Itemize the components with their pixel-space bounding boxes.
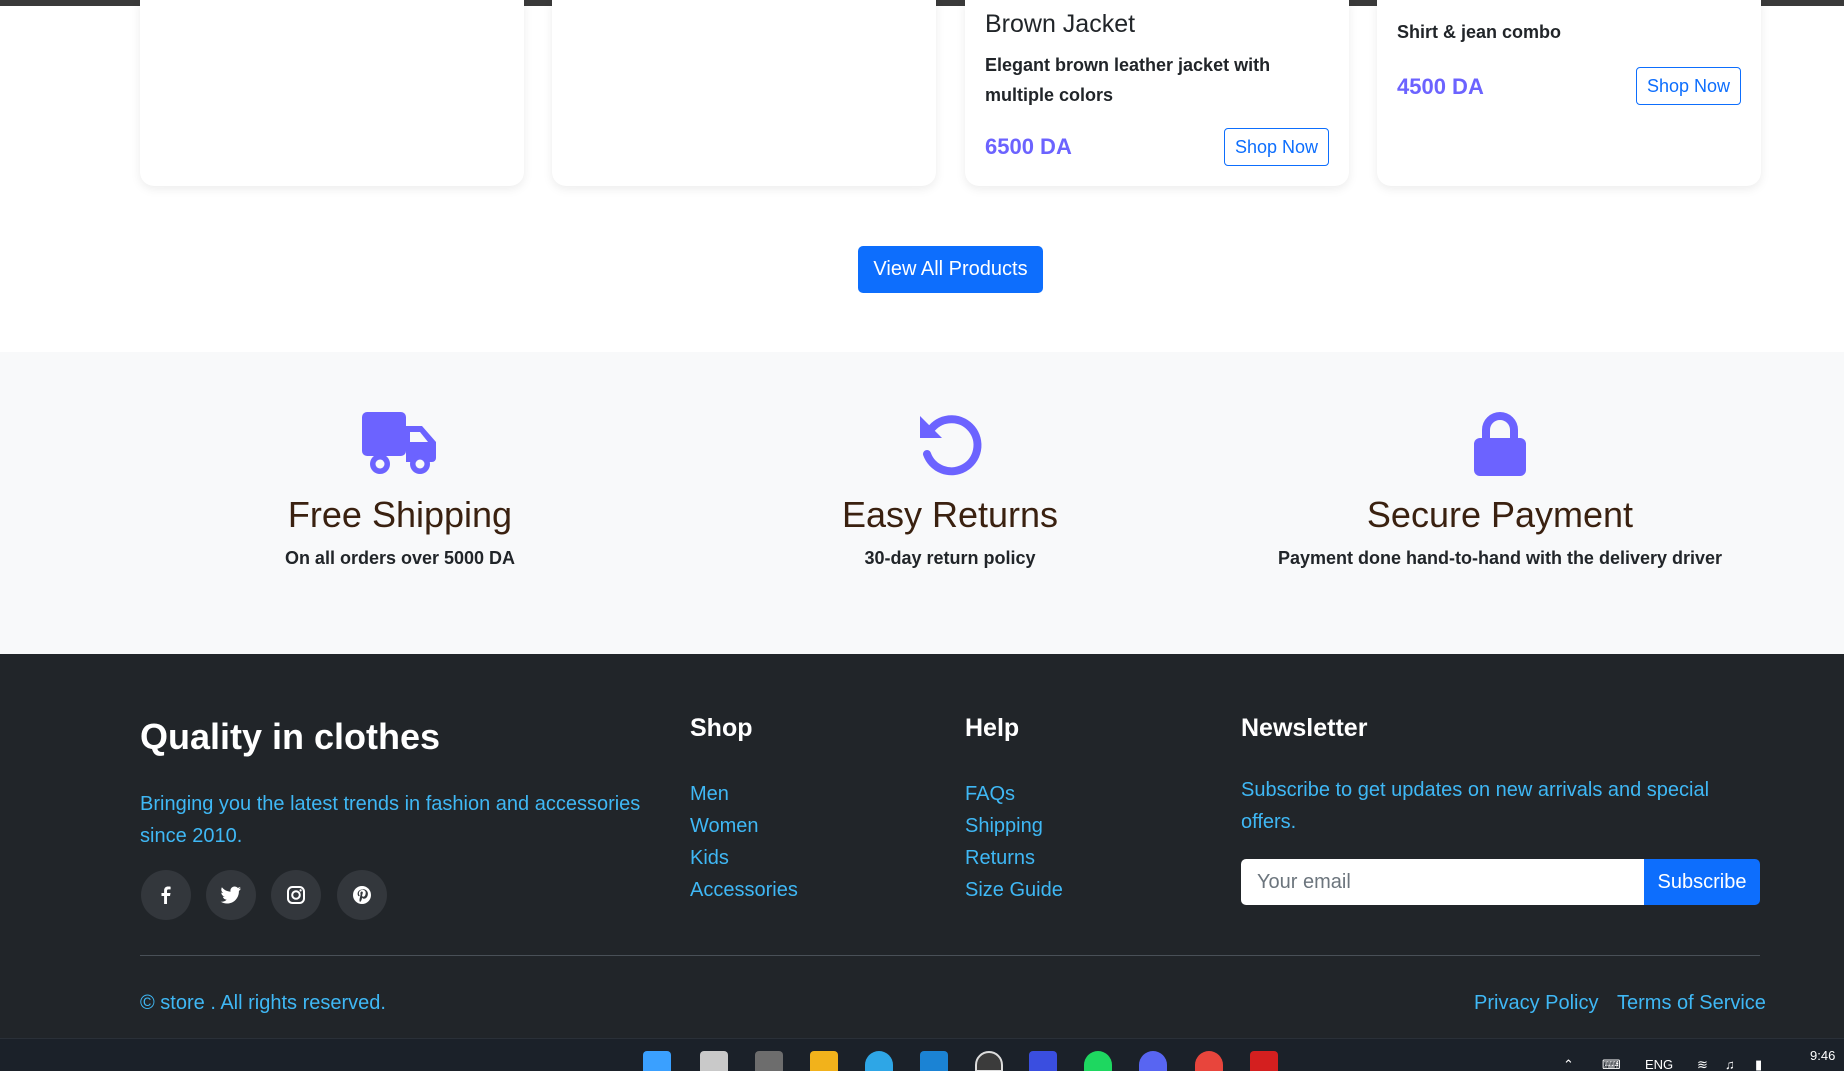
pinterest-icon[interactable]	[337, 870, 387, 920]
footer-help-links: FAQs Shipping Returns Size Guide	[965, 778, 1063, 906]
feature-title: Free Shipping	[287, 494, 513, 535]
feature-title: Easy Returns	[841, 494, 1059, 535]
copyright-text: © store . All rights reserved.	[140, 992, 386, 1014]
feature-title: Secure Payment	[1366, 494, 1634, 535]
app-icon[interactable]	[755, 1051, 783, 1071]
truck-icon	[362, 412, 436, 474]
terms-of-service-link[interactable]: Terms of Service	[1617, 992, 1766, 1015]
footer-link-accessories[interactable]: Accessories	[690, 874, 798, 906]
shop-now-button[interactable]: Shop Now	[1635, 67, 1741, 105]
subscribe-button[interactable]: Subscribe	[1644, 859, 1760, 905]
footer-brand-description: Bringing you the latest trends in fashio…	[140, 793, 641, 847]
footer-link-faqs[interactable]: FAQs	[965, 778, 1063, 810]
acrobat-icon[interactable]	[1250, 1051, 1278, 1071]
feature-subtitle: On all orders over 5000 DA	[284, 548, 516, 568]
newsletter-email-input[interactable]	[1241, 859, 1644, 905]
files-icon[interactable]	[700, 1051, 728, 1071]
language-indicator[interactable]: ENG	[1645, 1057, 1673, 1071]
spotify-icon[interactable]	[1084, 1051, 1112, 1071]
product-description: Elegant brown leather jacket with multip…	[985, 55, 1271, 105]
feature-subtitle: Payment done hand-to-hand with the deliv…	[1277, 548, 1723, 568]
telegram-icon[interactable]	[865, 1051, 893, 1071]
product-title: Brown Jacket	[985, 10, 1136, 38]
feature-subtitle: 30-day return policy	[864, 548, 1036, 568]
footer-divider	[140, 955, 1760, 956]
clock[interactable]: 9:46	[1810, 1048, 1835, 1063]
product-card[interactable]: Shirt & jean combo 4500 DA Shop Now	[1377, 0, 1761, 186]
view-all-products-button[interactable]: View All Products	[858, 246, 1043, 293]
vscode-icon[interactable]	[920, 1051, 948, 1071]
site-footer: Quality in clothes Bringing you the late…	[0, 654, 1844, 1038]
footer-shop-heading: Shop	[690, 714, 753, 742]
shop-now-button[interactable]: Shop Now	[1223, 128, 1329, 166]
product-price: 6500 DA	[985, 134, 1072, 159]
discord-icon[interactable]	[1139, 1051, 1167, 1071]
product-card[interactable]	[552, 0, 936, 186]
features-section: Free Shipping On all orders over 5000 DA…	[0, 352, 1844, 654]
footer-link-women[interactable]: Women	[690, 810, 798, 842]
folder-icon[interactable]	[810, 1051, 838, 1071]
lock-icon	[1474, 412, 1526, 476]
product-price: 4500 DA	[1397, 74, 1484, 99]
privacy-policy-link[interactable]: Privacy Policy	[1474, 992, 1598, 1015]
os-taskbar: ⌃ ⌨ ENG ≋ ♫ ▮ 9:46	[0, 1038, 1844, 1071]
obs-icon[interactable]	[975, 1051, 1003, 1071]
product-card[interactable]	[140, 0, 524, 186]
windows-start-icon[interactable]	[643, 1051, 671, 1071]
footer-brand: Quality in clothes	[140, 716, 441, 757]
instagram-icon[interactable]	[271, 870, 321, 920]
footer-link-shipping[interactable]: Shipping	[965, 810, 1063, 842]
footer-link-size-guide[interactable]: Size Guide	[965, 874, 1063, 906]
undo-icon	[920, 415, 982, 476]
footer-newsletter-heading: Newsletter	[1241, 714, 1368, 742]
footer-link-returns[interactable]: Returns	[965, 842, 1063, 874]
footer-help-heading: Help	[965, 714, 1020, 742]
footer-link-kids[interactable]: Kids	[690, 842, 798, 874]
volume-icon[interactable]: ♫	[1725, 1057, 1735, 1071]
editor-icon[interactable]	[1029, 1051, 1057, 1071]
twitter-icon[interactable]	[206, 870, 256, 920]
product-title: Shirt & jean combo	[1397, 22, 1562, 42]
chrome-icon[interactable]	[1195, 1051, 1223, 1071]
footer-shop-links: Men Women Kids Accessories	[690, 778, 798, 906]
product-card[interactable]: Brown Jacket Elegant brown leather jacke…	[965, 0, 1349, 186]
chevron-up-icon[interactable]: ⌃	[1563, 1057, 1574, 1071]
newsletter-description: Subscribe to get updates on new arrivals…	[1241, 779, 1710, 833]
wifi-icon[interactable]: ≋	[1697, 1057, 1708, 1071]
keyboard-icon[interactable]: ⌨	[1602, 1057, 1621, 1071]
facebook-icon[interactable]	[141, 870, 191, 920]
battery-icon[interactable]: ▮	[1755, 1057, 1762, 1071]
footer-link-men[interactable]: Men	[690, 778, 798, 810]
